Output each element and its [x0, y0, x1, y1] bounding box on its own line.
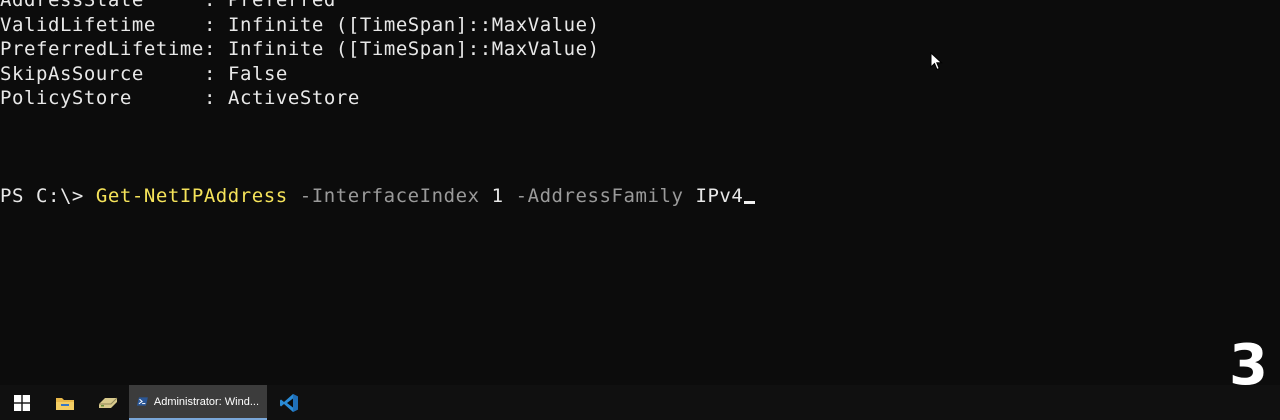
output-line: SkipAsSource : False: [0, 62, 288, 86]
property-value: : ActiveStore: [204, 87, 360, 109]
network-drive-icon: [98, 397, 117, 408]
command-prompt-line[interactable]: PS C:\> Get-NetIPAddress -InterfaceIndex…: [0, 184, 756, 208]
property-name: PolicyStore: [0, 87, 132, 109]
argument-address-family: IPv4: [695, 185, 744, 207]
parameter-interface-index: -InterfaceIndex: [299, 185, 480, 207]
property-value: : False: [204, 63, 288, 85]
property-name: PreferredLifetime: [0, 38, 204, 60]
vscode-icon: [279, 393, 298, 412]
property-value: : Infinite ([TimeSpan]::MaxValue): [204, 38, 600, 60]
taskbar-file-explorer[interactable]: [43, 385, 86, 420]
output-line: PolicyStore : ActiveStore: [0, 86, 360, 110]
taskbar: Administrator: Wind...: [0, 385, 1280, 420]
property-value: : Preferred: [204, 0, 336, 11]
windows-logo-icon: [13, 394, 30, 411]
parameter-address-family: -AddressFamily: [515, 185, 684, 207]
text-cursor: [744, 201, 756, 204]
start-button[interactable]: [0, 385, 43, 420]
output-line: AddressState : Preferred: [0, 0, 336, 12]
property-name: ValidLifetime: [0, 14, 156, 36]
prompt-prefix: PS C:\>: [0, 185, 96, 207]
property-value: : Infinite ([TimeSpan]::MaxValue): [204, 14, 600, 36]
property-name: SkipAsSource: [0, 63, 144, 85]
taskbar-vscode[interactable]: [267, 385, 310, 420]
output-line: ValidLifetime : Infinite ([TimeSpan]::Max…: [0, 13, 600, 37]
command-name: Get-NetIPAddress: [95, 185, 288, 207]
argument-interface-index: 1: [491, 185, 504, 207]
powershell-icon: [137, 397, 148, 406]
taskbar-network-drive[interactable]: [86, 385, 129, 420]
output-line: PreferredLifetime: Infinite ([TimeSpan]:…: [0, 37, 600, 61]
file-explorer-icon: [55, 397, 74, 410]
mouse-pointer-icon: [930, 52, 943, 71]
taskbar-powershell-window[interactable]: Administrator: Wind...: [129, 385, 267, 420]
taskbar-window-label: Administrator: Wind...: [153, 395, 259, 408]
powershell-console[interactable]: AddressState : Preferred ValidLifetime : I…: [0, 0, 1280, 385]
property-name: AddressState: [0, 0, 144, 11]
